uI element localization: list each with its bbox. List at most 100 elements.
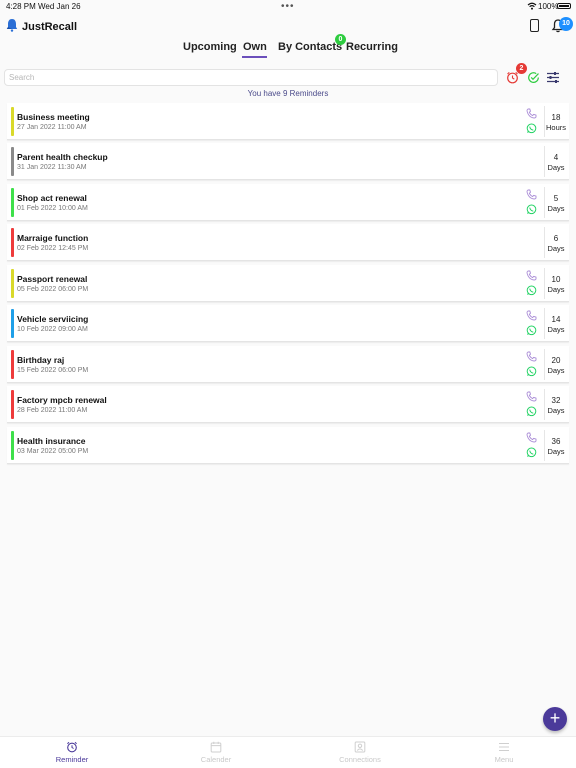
nav-reminder[interactable]: Reminder (32, 741, 112, 764)
whatsapp-icon[interactable] (526, 325, 537, 336)
reminder-title: Factory mpcb renewal (17, 395, 107, 405)
reminder-color-bar (11, 147, 14, 176)
call-icon[interactable] (526, 270, 537, 281)
reminder-title: Passport renewal (17, 274, 88, 284)
whatsapp-icon[interactable] (526, 447, 537, 458)
plus-icon: + (549, 708, 561, 728)
time-remaining-value: 5 (553, 194, 559, 203)
add-reminder-button[interactable]: + (543, 707, 567, 731)
reminder-item[interactable]: Vehicle serviicing 10 Feb 2022 09:00 AM … (7, 305, 569, 342)
reminder-title: Vehicle serviicing (17, 314, 89, 324)
nav-connections[interactable]: Connections (320, 741, 400, 764)
reminder-item[interactable]: Passport renewal 05 Feb 2022 06:00 PM 10… (7, 265, 569, 302)
completed-check-icon[interactable] (527, 71, 540, 84)
time-remaining-unit: Hours (545, 123, 566, 132)
reminder-item[interactable]: Birthday raj 15 Feb 2022 06:00 PM 20 Day… (7, 346, 569, 383)
call-icon[interactable] (526, 391, 537, 402)
filter-sliders-icon[interactable] (546, 71, 560, 84)
reminder-item[interactable]: Parent health checkup 31 Jan 2022 11:30 … (7, 143, 569, 180)
bottom-navigation: Reminder Calender Connections Menu (0, 736, 576, 768)
reminder-date: 05 Feb 2022 06:00 PM (17, 286, 89, 293)
time-remaining-unit: Days (547, 163, 565, 172)
nav-menu[interactable]: Menu (464, 741, 544, 764)
whatsapp-icon[interactable] (526, 366, 537, 377)
whatsapp-icon[interactable] (526, 123, 537, 134)
calendar-icon (210, 741, 222, 753)
reminder-date: 31 Jan 2022 11:30 AM (17, 164, 87, 171)
time-remaining-unit: Days (547, 285, 565, 294)
time-remaining-value: 14 (551, 315, 561, 324)
reminder-count-text: You have 9 Reminders (247, 89, 329, 98)
reminder-item[interactable]: Shop act renewal 01 Feb 2022 10:00 AM 5 … (7, 184, 569, 221)
call-icon[interactable] (526, 351, 537, 362)
reminder-date: 01 Feb 2022 10:00 AM (17, 205, 88, 212)
reminder-item[interactable]: Factory mpcb renewal 28 Feb 2022 11:00 A… (7, 386, 569, 423)
time-remaining-unit: Days (547, 244, 565, 253)
tab-upcoming[interactable]: Upcoming (183, 41, 237, 53)
alarm-clock-icon[interactable] (506, 71, 519, 84)
reminder-color-bar (11, 188, 14, 217)
tab-recurring[interactable]: Recurring (346, 41, 398, 53)
menu-icon (499, 742, 509, 752)
alarm-count-badge: 2 (516, 63, 527, 74)
nav-label: Connections (339, 755, 381, 764)
battery-percent: 100% (538, 2, 559, 11)
reminder-title: Health insurance (17, 436, 86, 446)
reminder-title: Marraige function (17, 233, 89, 243)
reminder-color-bar (11, 390, 14, 419)
reminder-title: Birthday raj (17, 355, 65, 365)
nav-label: Menu (494, 755, 514, 764)
time-remaining-unit: Days (547, 366, 565, 375)
time-remaining-unit: Days (547, 325, 565, 334)
reminder-date: 15 Feb 2022 06:00 PM (17, 367, 89, 374)
reminder-title: Business meeting (17, 112, 90, 122)
reminder-title: Parent health checkup (17, 152, 108, 162)
notification-count-badge: 10 (559, 17, 573, 31)
reminder-date: 03 Mar 2022 05:00 PM (17, 448, 89, 455)
wifi-icon (527, 2, 537, 10)
reminder-date: 27 Jan 2022 11:00 AM (17, 124, 87, 131)
call-icon[interactable] (526, 432, 537, 443)
call-icon[interactable] (526, 310, 537, 321)
time-remaining-unit: Days (547, 204, 565, 213)
time-remaining-value: 10 (551, 275, 561, 284)
tab-own[interactable]: Own (243, 41, 267, 53)
whatsapp-icon[interactable] (526, 285, 537, 296)
app-screen: 4:28 PM Wed Jan 26 ••• 100% JustRecall 1… (0, 0, 576, 768)
device-icon[interactable] (530, 19, 539, 32)
reminder-date: 10 Feb 2022 09:00 AM (17, 326, 88, 333)
call-icon[interactable] (526, 108, 537, 119)
whatsapp-icon[interactable] (526, 204, 537, 215)
nav-calender[interactable]: Calender (176, 741, 256, 764)
reminder-title: Shop act renewal (17, 193, 87, 203)
tab-by-contacts[interactable]: By Contacts (278, 41, 342, 53)
whatsapp-icon[interactable] (526, 406, 537, 417)
reminder-item[interactable]: Health insurance 03 Mar 2022 05:00 PM 36… (7, 427, 569, 464)
reminder-date: 02 Feb 2022 12:45 PM (17, 245, 89, 252)
reminder-color-bar (11, 431, 14, 460)
reminder-color-bar (11, 228, 14, 257)
reminder-tabs: Upcoming Own By Contacts Recurring (0, 40, 576, 60)
call-icon[interactable] (526, 189, 537, 200)
app-title: JustRecall (22, 21, 78, 33)
reminder-item[interactable]: Business meeting 27 Jan 2022 11:00 AM 18… (7, 103, 569, 140)
status-time: 4:28 PM (6, 2, 36, 11)
nav-label: Calender (200, 755, 232, 764)
time-remaining-value: 6 (553, 234, 559, 243)
nav-label: Reminder (55, 755, 89, 764)
time-remaining-value: 4 (553, 153, 559, 162)
time-remaining-value: 32 (551, 396, 561, 405)
reminder-color-bar (11, 269, 14, 298)
multitasking-dots-icon[interactable]: ••• (281, 1, 295, 12)
active-tab-indicator (242, 56, 267, 58)
search-input[interactable] (4, 69, 498, 86)
time-remaining-value: 36 (551, 437, 561, 446)
reminder-color-bar (11, 309, 14, 338)
app-logo-bell-icon (6, 19, 18, 32)
contacts-icon (354, 741, 366, 753)
reminder-item[interactable]: Marraige function 02 Feb 2022 12:45 PM 6… (7, 224, 569, 261)
time-remaining-unit: Days (547, 406, 565, 415)
reminder-color-bar (11, 107, 14, 136)
app-header: JustRecall 10 (0, 14, 576, 40)
reminder-date: 28 Feb 2022 11:00 AM (17, 407, 88, 414)
